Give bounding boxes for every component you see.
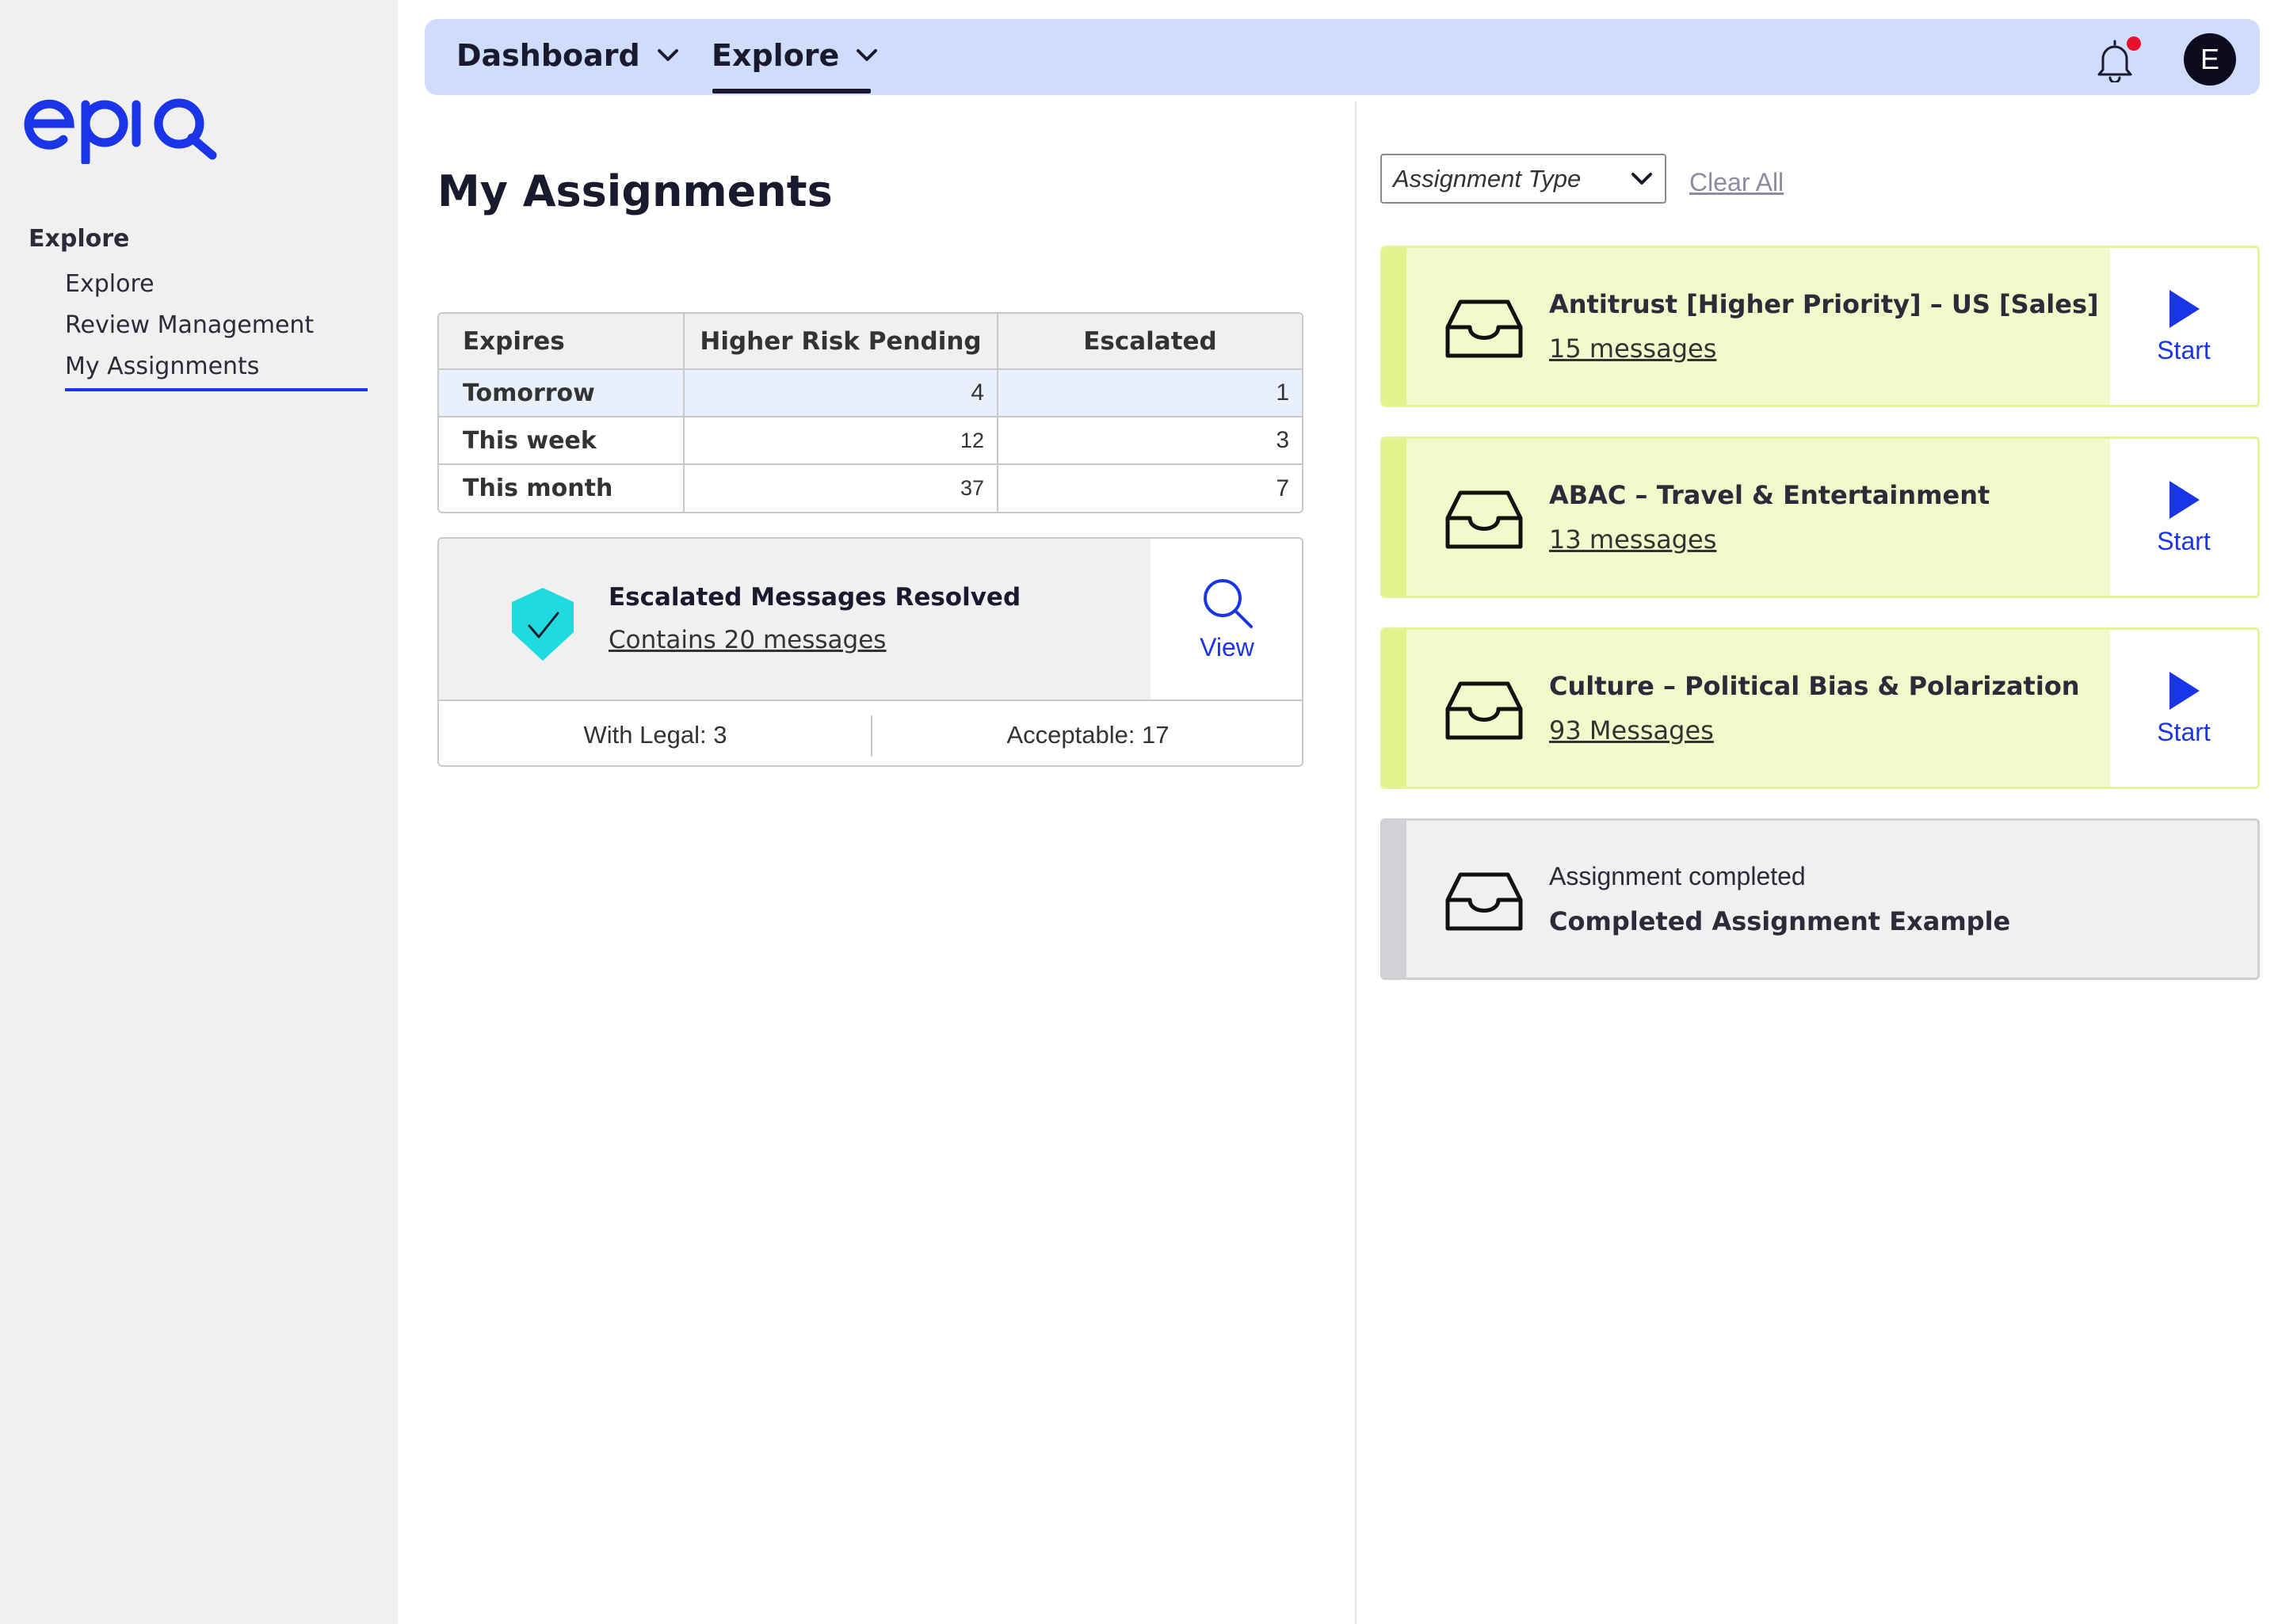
user-avatar[interactable]: E — [2184, 33, 2236, 86]
sidebar-item-my-assignments[interactable]: My Assignments — [65, 353, 259, 380]
assignment-messages-link[interactable]: 13 messages — [1549, 524, 1716, 555]
column-header-expires: Expires — [439, 314, 685, 370]
start-button-label: Start — [2157, 335, 2211, 364]
resolved-messages-link[interactable]: Contains 20 messages — [609, 626, 886, 654]
nav-explore-label: Explore — [712, 38, 840, 73]
row-label: This month — [439, 464, 685, 512]
search-icon — [1203, 579, 1253, 628]
start-button[interactable]: Start — [2110, 630, 2257, 787]
escalated-resolved-card: Escalated Messages Resolved Contains 20 … — [437, 537, 1303, 767]
higher-risk-pending-cell: 37 — [684, 464, 998, 512]
nav-dashboard-label: Dashboard — [456, 38, 640, 73]
higher-risk-pending-cell: 4 — [684, 369, 998, 417]
column-header-higher-risk-pending: Higher Risk Pending — [684, 314, 998, 370]
nav-dashboard-dropdown[interactable]: Dashboard — [456, 38, 680, 73]
escalated-cell: 7 — [1276, 475, 1289, 501]
assignment-title: ABAC – Travel & Entertainment — [1549, 480, 1990, 510]
higher-risk-pending-cell: 12 — [684, 417, 998, 465]
assignment-messages-link[interactable]: 15 messages — [1549, 334, 1716, 364]
assignment-title: Culture – Political Bias & Polarization — [1549, 671, 2080, 701]
resolved-card-stats: With Legal: 3 Acceptable: 17 — [439, 700, 1302, 765]
card-status-strip — [1383, 439, 1406, 596]
card-status-strip — [1383, 630, 1406, 787]
assignment-card[interactable]: ABAC – Travel & Entertainment 13 message… — [1380, 436, 2260, 598]
completed-assignment-card[interactable]: Assignment completed Completed Assignmen… — [1380, 818, 2260, 980]
expires-summary-table: Expires Higher Risk Pending Escalated To… — [437, 312, 1303, 513]
completed-status-label: Assignment completed — [1549, 862, 1806, 890]
sidebar-item-explore[interactable]: Explore — [65, 270, 155, 298]
nav-explore-dropdown[interactable]: Explore — [712, 38, 879, 73]
assignment-messages-link[interactable]: 93 Messages — [1549, 715, 1714, 745]
assignment-card[interactable]: Antitrust [Higher Priority] – US [Sales]… — [1380, 246, 2260, 407]
table-row[interactable]: Tomorrow 4 1 — [439, 369, 1302, 417]
sidebar-active-indicator — [65, 388, 368, 391]
table-header-row: Expires Higher Risk Pending Escalated — [439, 314, 1302, 370]
sidebar: Explore Explore Review Management My Ass… — [0, 0, 398, 1624]
sidebar-item-review-management[interactable]: Review Management — [65, 311, 314, 339]
escalated-cell: 3 — [998, 417, 1302, 465]
row-label: This week — [439, 417, 685, 465]
table-row[interactable]: This week 12 3 — [439, 417, 1302, 465]
nav-active-indicator — [712, 89, 871, 93]
table-row[interactable]: This month 37 7 — [439, 464, 1302, 512]
start-button-label: Start — [2157, 717, 2211, 746]
page-title: My Assignments — [437, 166, 833, 216]
row-label: Tomorrow — [439, 369, 685, 417]
chevron-down-icon — [657, 49, 678, 61]
inbox-icon — [1445, 299, 1523, 358]
completed-assignment-title: Completed Assignment Example — [1549, 906, 2011, 936]
inbox-icon — [1445, 490, 1523, 549]
start-button[interactable]: Start — [2110, 248, 2257, 405]
start-button-label: Start — [2157, 526, 2211, 555]
assignment-type-placeholder: Assignment Type — [1393, 165, 1582, 193]
clear-all-link[interactable]: Clear All — [1689, 168, 1784, 197]
escalated-cell: 1 — [998, 369, 1302, 417]
resolved-card-body: Escalated Messages Resolved Contains 20 … — [439, 539, 1151, 700]
inbox-icon — [1445, 681, 1523, 740]
view-button[interactable]: View — [1151, 539, 1302, 700]
shield-check-icon — [512, 588, 574, 661]
column-divider — [1355, 101, 1357, 1624]
play-icon — [2169, 289, 2200, 328]
chevron-down-icon — [857, 49, 878, 61]
assignment-type-select[interactable]: Assignment Type — [1380, 154, 1666, 204]
play-icon — [2169, 671, 2200, 710]
acceptable-stat: Acceptable: 17 — [1006, 720, 1170, 749]
view-button-label: View — [1200, 633, 1254, 661]
assignment-card[interactable]: Culture – Political Bias & Polarization … — [1380, 627, 2260, 789]
with-legal-stat: With Legal: 3 — [583, 720, 727, 749]
sidebar-heading: Explore — [29, 225, 130, 253]
resolved-card-title: Escalated Messages Resolved — [609, 583, 1021, 612]
card-status-strip — [1383, 821, 1406, 978]
assignment-title: Antitrust [Higher Priority] – US [Sales] — [1549, 289, 2099, 319]
epiq-logo[interactable] — [24, 89, 222, 164]
inbox-icon — [1445, 872, 1523, 931]
column-header-escalated: Escalated — [998, 314, 1302, 370]
chevron-down-icon — [1631, 173, 1652, 185]
notification-badge — [2127, 36, 2141, 51]
card-status-strip — [1383, 248, 1406, 405]
play-icon — [2169, 480, 2200, 519]
start-button[interactable]: Start — [2110, 439, 2257, 596]
top-nav-bar: Dashboard Explore E — [425, 19, 2260, 95]
